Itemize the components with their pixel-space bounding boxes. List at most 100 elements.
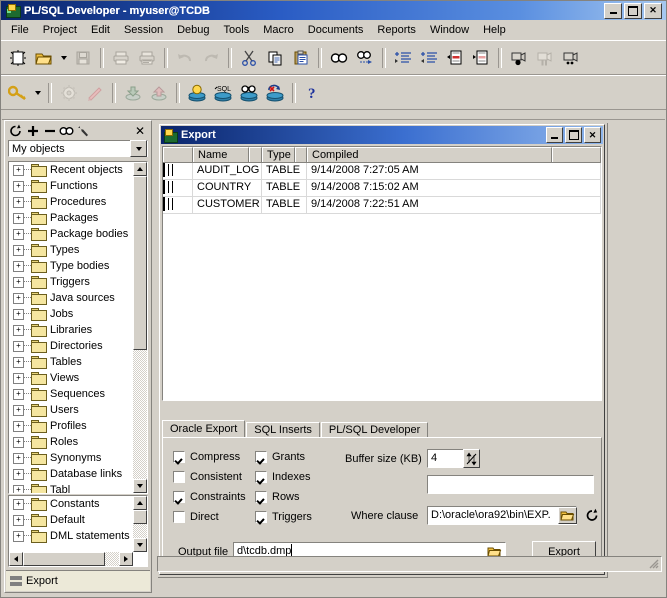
menu-help[interactable]: Help [476,22,513,38]
expand-icon[interactable]: + [13,213,24,224]
export-title-bar[interactable]: Export ✕ [161,126,603,144]
expand-icon[interactable]: + [13,277,24,288]
template-node-default[interactable]: +Default [9,512,133,528]
expand-icon[interactable]: + [13,515,24,526]
refresh-icon[interactable] [585,508,599,525]
checkbox-triggers-box[interactable] [255,511,267,523]
expand-icon[interactable]: + [13,197,24,208]
menu-window[interactable]: Window [423,22,476,38]
expand-icon[interactable]: + [13,229,24,240]
checkbox-compress[interactable]: Compress [173,451,240,463]
expand-icon[interactable]: + [13,341,24,352]
expand-icon[interactable]: + [13,293,24,304]
tree-node-directories[interactable]: +Directories [9,338,133,354]
resize-grip[interactable] [647,557,659,569]
tree-node-recent-objects[interactable]: +Recent objects [9,162,133,178]
tree-node-java-sources[interactable]: +Java sources [9,290,133,306]
scroll-up-button[interactable] [133,162,147,176]
close-session-icon[interactable] [262,80,288,106]
comment-icon[interactable] [442,45,468,71]
print-icon[interactable] [108,45,134,71]
templates-hscroll-track[interactable] [105,552,119,566]
print-preview-icon[interactable] [134,45,160,71]
export-close-button[interactable]: ✕ [584,127,601,143]
templates-scroll-thumb[interactable] [133,510,147,524]
scroll-thumb[interactable] [133,176,147,350]
menu-reports[interactable]: Reports [370,22,423,38]
tree-node-profiles[interactable]: +Profiles [9,418,133,434]
templates-scroll-up-button[interactable] [133,496,147,510]
checkbox-constraints[interactable]: Constraints [173,491,246,503]
menu-documents[interactable]: Documents [301,22,371,38]
checkbox-grants-box[interactable] [255,451,267,463]
grid-col-icon[interactable] [163,147,193,162]
menu-project[interactable]: Project [36,22,84,38]
checkbox-constraints-box[interactable] [173,491,185,503]
tree-node-libraries[interactable]: +Libraries [9,322,133,338]
tab-oracle-export[interactable]: Oracle Export [162,420,245,438]
copy-icon[interactable] [262,45,288,71]
open-dropdown-arrow[interactable] [57,45,70,71]
new-session-icon[interactable] [184,80,210,106]
menu-tools[interactable]: Tools [217,22,257,38]
expand-icon[interactable]: + [13,373,24,384]
pencil-icon[interactable] [82,80,108,106]
menu-debug[interactable]: Debug [170,22,216,38]
checkbox-grants[interactable]: Grants [255,451,305,463]
add-icon[interactable] [25,123,40,138]
grid-col-name[interactable]: Name [193,147,249,162]
key-dropdown-arrow[interactable] [31,80,44,106]
checkbox-triggers[interactable]: Triggers [255,511,312,523]
maximize-button[interactable] [624,3,642,19]
find-icon[interactable] [326,45,352,71]
expand-icon[interactable]: + [13,325,24,336]
remove-icon[interactable] [42,123,57,138]
find-icon[interactable] [59,123,74,138]
expand-icon[interactable]: + [13,437,24,448]
checkbox-compress-box[interactable] [173,451,185,463]
export-maximize-button[interactable] [565,127,582,143]
tree-node-packages[interactable]: +Packages [9,210,133,226]
expand-icon[interactable]: + [13,261,24,272]
templates-scroll-left-button[interactable] [9,552,23,566]
close-icon[interactable]: ✕ [135,125,148,137]
export-minimize-button[interactable] [546,127,563,143]
table-row[interactable]: COUNTRYTABLE9/14/2008 7:15:02 AM [163,180,601,197]
tree-node-roles[interactable]: +Roles [9,434,133,450]
tree-vertical-scrollbar[interactable] [132,162,147,493]
expand-icon[interactable]: + [13,485,24,494]
play-macro-icon[interactable] [558,45,584,71]
configure-icon[interactable] [76,123,91,138]
template-node-constants[interactable]: +Constants [9,496,133,512]
paste-icon[interactable] [288,45,314,71]
open-folder-icon[interactable] [558,507,577,524]
menu-edit[interactable]: Edit [84,22,117,38]
settings-icon[interactable] [56,80,82,106]
sql-window-icon[interactable]: SQL [210,80,236,106]
expand-icon[interactable]: + [13,499,24,510]
tree-node-jobs[interactable]: +Jobs [9,306,133,322]
refresh-icon[interactable] [8,123,23,138]
record-macro-icon[interactable] [506,45,532,71]
test-window-icon[interactable] [236,80,262,106]
tab-plsql-developer[interactable]: PL/SQL Developer [321,422,428,438]
tree-node-package-bodies[interactable]: +Package bodies [9,226,133,242]
checkbox-direct-box[interactable] [173,511,185,523]
tree-node-sequences[interactable]: +Sequences [9,386,133,402]
table-row[interactable]: AUDIT_LOGTABLE9/14/2008 7:27:05 AM [163,163,601,180]
expand-icon[interactable]: + [13,421,24,432]
chevron-down-icon[interactable] [130,140,147,157]
checkbox-consistent-box[interactable] [173,471,185,483]
buffer-size-stepper[interactable] [463,449,480,468]
scroll-down-button[interactable] [133,479,147,493]
indent-icon[interactable] [390,45,416,71]
templates-horizontal-scrollbar[interactable] [9,552,133,566]
minimize-button[interactable] [604,3,622,19]
tree-node-users[interactable]: +Users [9,402,133,418]
checkbox-rows[interactable]: Rows [255,491,300,503]
secondary-text-input[interactable] [427,475,594,494]
template-node-dml-statements[interactable]: +DML statements [9,528,133,544]
export-icon[interactable] [146,80,172,106]
checkbox-rows-box[interactable] [255,491,267,503]
find-next-icon[interactable] [352,45,378,71]
